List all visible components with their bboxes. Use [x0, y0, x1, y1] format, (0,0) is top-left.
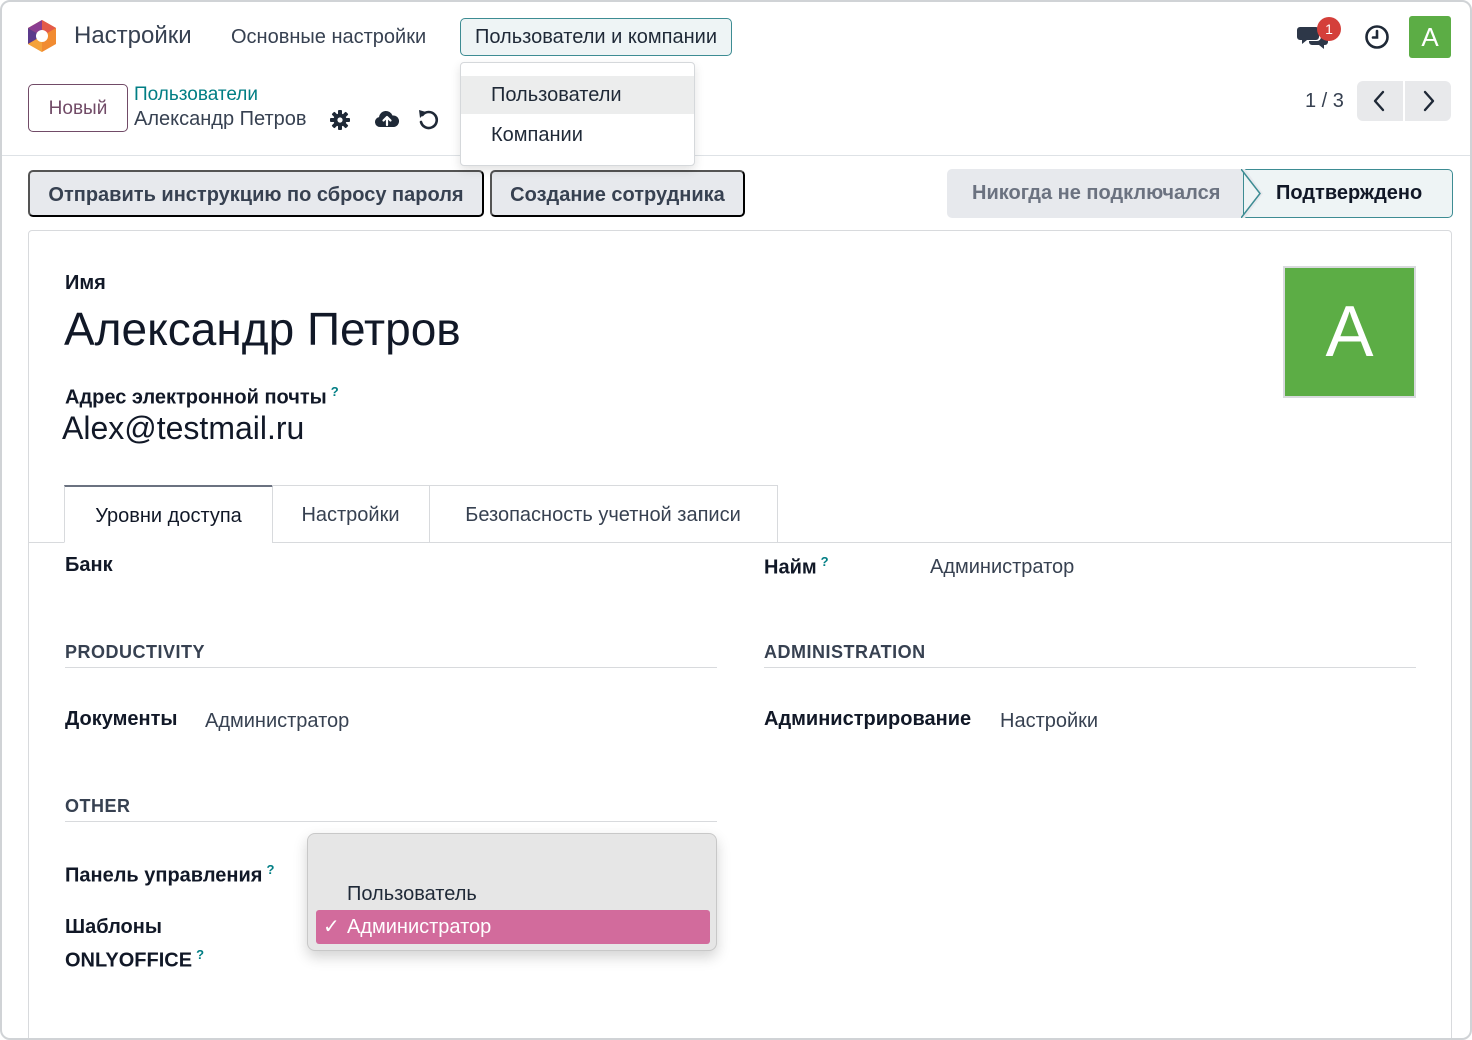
templates-label-line1: Шаблоны	[65, 916, 162, 938]
breadcrumb-current-record: Александр Петров	[134, 108, 307, 130]
templates-label-line2: ONLYOFFICE?	[65, 947, 204, 973]
tab-account-security[interactable]: Безопасность учетной записи	[429, 485, 778, 543]
menu-main-settings[interactable]: Основные настройки	[231, 26, 426, 49]
reset-password-button[interactable]: Отправить инструкцию по сбросу пароля	[28, 170, 484, 217]
chat-badge: 1	[1317, 17, 1341, 41]
tab-preferences[interactable]: Настройки	[272, 485, 430, 543]
select-option-administrator[interactable]: ✓ Администратор	[316, 910, 710, 944]
new-button[interactable]: Новый	[28, 84, 128, 132]
email-field[interactable]: Alex@testmail.ru	[62, 410, 304, 447]
administration-select[interactable]: Настройки	[1000, 710, 1098, 733]
activity-clock-icon[interactable]	[1364, 24, 1390, 50]
chevron-right-icon	[1423, 90, 1435, 112]
administration-label: Администрирование	[764, 708, 972, 730]
hiring-help-icon[interactable]: ?	[821, 554, 829, 569]
documents-select[interactable]: Администратор	[205, 710, 349, 733]
email-help-icon[interactable]: ?	[331, 384, 339, 399]
bank-label: Банк	[65, 554, 113, 576]
dashboard-help-icon[interactable]: ?	[266, 862, 274, 877]
breadcrumb-users-link[interactable]: Пользователи	[134, 84, 258, 106]
email-label: Адрес электронной почты?	[65, 384, 339, 410]
templates-help-icon[interactable]: ?	[196, 947, 204, 962]
group-productivity-divider	[65, 667, 717, 668]
cloud-upload-icon[interactable]	[374, 108, 400, 130]
tab-access-rights[interactable]: Уровни доступа	[64, 485, 273, 543]
status-bar: Никогда не подключался Подтверждено	[947, 169, 1453, 218]
chevron-left-icon	[1373, 90, 1385, 112]
select-option-user[interactable]: Пользователь	[316, 877, 710, 911]
menu-item-users[interactable]: Пользователи	[461, 76, 694, 114]
dashboard-label-text: Панель управления	[65, 864, 263, 887]
profile-avatar-image[interactable]: A	[1283, 266, 1416, 398]
status-arrow-separator	[1241, 169, 1263, 218]
email-label-text: Адрес электронной почты	[65, 386, 327, 409]
hiring-select[interactable]: Администратор	[930, 556, 1074, 579]
group-productivity-title: PRODUCTIVITY	[65, 642, 206, 662]
hiring-label-text: Найм	[764, 556, 817, 579]
pager-previous-button[interactable]	[1357, 81, 1403, 121]
name-label: Имя	[65, 272, 106, 294]
menu-users-companies[interactable]: Пользователи и компании	[460, 18, 733, 56]
control-panel-divider	[2, 155, 1470, 156]
gear-icon[interactable]	[329, 109, 351, 131]
create-employee-button[interactable]: Создание сотрудника	[490, 170, 745, 217]
name-field[interactable]: Александр Петров	[64, 302, 461, 356]
templates-label-text: ONLYOFFICE	[65, 949, 193, 972]
app-title[interactable]: Настройки	[74, 22, 192, 50]
select-options-popup: Пользователь ✓ Администратор	[307, 833, 717, 951]
pager-next-button[interactable]	[1405, 81, 1451, 121]
app-window: Настройки Основные настройки Пользовател…	[0, 0, 1472, 1040]
user-avatar[interactable]: A	[1409, 16, 1451, 58]
app-logo-icon[interactable]	[26, 19, 58, 53]
dashboard-label: Панель управления?	[65, 862, 274, 888]
menu-item-companies[interactable]: Компании	[461, 116, 694, 154]
group-other-title: OTHER	[65, 796, 131, 816]
documents-label: Документы	[65, 708, 178, 730]
status-never-connected[interactable]: Никогда не подключался	[947, 169, 1247, 218]
users-companies-dropdown: Пользователи Компании	[460, 62, 695, 166]
group-other-divider	[65, 821, 717, 822]
group-administration-title: ADMINISTRATION	[764, 642, 926, 662]
status-confirmed[interactable]: Подтверждено	[1243, 169, 1453, 218]
group-administration-divider	[764, 667, 1416, 668]
top-navbar: Настройки Основные настройки Пользовател…	[2, 2, 1470, 72]
discard-undo-icon[interactable]	[416, 107, 440, 131]
checkmark-icon: ✓	[323, 916, 340, 938]
select-option-administrator-label: Администратор	[347, 916, 492, 938]
hiring-label: Найм?	[764, 554, 829, 580]
pager-value[interactable]: 1 / 3	[1305, 90, 1344, 113]
